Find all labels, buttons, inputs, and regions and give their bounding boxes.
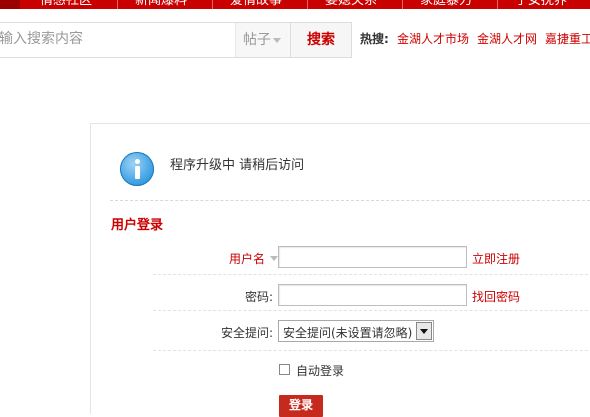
search-box: [0, 22, 235, 58]
divider: [153, 350, 590, 351]
divider: [153, 310, 590, 311]
nav-item[interactable]: 婆媳关系: [325, 0, 377, 9]
security-question-label: 安全提问:: [221, 326, 274, 340]
search-type-select[interactable]: 帖子: [235, 22, 291, 58]
top-nav-bar: 情感社区 新闻爆料 爱情故事 婆媳关系 家庭暴力 子女抚养: [0, 0, 590, 9]
nav-item[interactable]: 子女抚养: [515, 0, 567, 9]
username-label: 用户名: [229, 252, 266, 266]
nav-divider: [497, 0, 498, 9]
login-button[interactable]: 登录: [279, 395, 323, 417]
hot-search-link[interactable]: 金湖人才网: [477, 22, 537, 56]
nav-divider: [212, 0, 213, 9]
info-icon: [120, 152, 154, 186]
hot-search-link[interactable]: 金湖人才市场: [397, 22, 469, 56]
nav-item[interactable]: 家庭暴力: [420, 0, 472, 9]
notice-message: 程序升级中 请稍后访问: [170, 158, 305, 173]
search-type-value: 帖子: [243, 32, 271, 48]
nav-item[interactable]: 爱情故事: [230, 0, 282, 9]
search-bar: 帖子 搜索 热搜: 金湖人才市场 金湖人才网 嘉捷重工: [0, 22, 590, 58]
nav-item[interactable]: 新闻爆料: [135, 0, 187, 9]
forgot-password-link[interactable]: 找回密码: [472, 288, 520, 305]
username-input[interactable]: [278, 246, 467, 268]
nav-divider: [402, 0, 403, 9]
chevron-down-icon[interactable]: [270, 256, 278, 261]
auto-login-checkbox[interactable]: [279, 364, 290, 375]
register-link[interactable]: 立即注册: [472, 250, 520, 267]
chevron-down-icon: [420, 329, 428, 334]
login-title: 用户登录: [111, 218, 164, 233]
search-button[interactable]: 搜索: [290, 22, 352, 58]
search-input[interactable]: [0, 23, 233, 55]
password-label: 密码:: [245, 290, 274, 304]
nav-active-indicator: [0, 0, 20, 9]
nav-divider: [117, 0, 118, 9]
hot-search-label: 热搜:: [360, 32, 389, 46]
nav-divider: [307, 0, 308, 9]
divider: [110, 200, 590, 201]
password-input[interactable]: [278, 284, 467, 306]
dropdown-button[interactable]: [416, 322, 432, 340]
security-question-select[interactable]: 安全提问(未设置请忽略): [278, 320, 434, 342]
nav-item[interactable]: 情感社区: [40, 0, 92, 9]
divider: [153, 274, 590, 275]
chevron-down-icon: [273, 38, 281, 43]
hot-search-link[interactable]: 嘉捷重工: [545, 22, 590, 56]
auto-login-label: 自动登录: [296, 364, 345, 378]
security-question-value: 安全提问(未设置请忽略): [283, 326, 413, 340]
